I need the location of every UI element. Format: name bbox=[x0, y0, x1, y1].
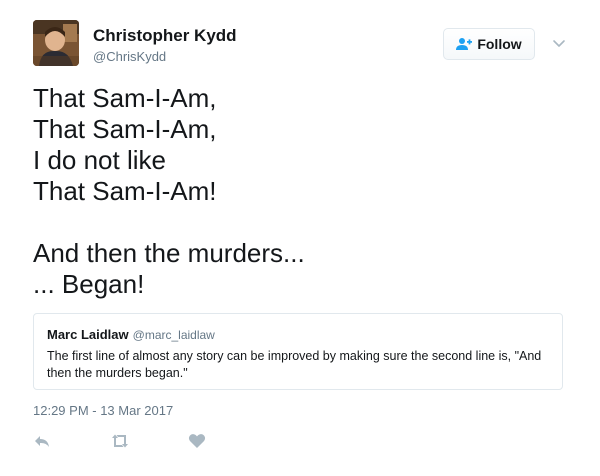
tweet-line: ... Began! bbox=[33, 269, 145, 299]
author-handle[interactable]: @ChrisKydd bbox=[93, 49, 166, 64]
tweet-line: That Sam-I-Am, bbox=[33, 114, 217, 144]
heart-icon bbox=[188, 434, 206, 448]
tweet-line: That Sam-I-Am! bbox=[33, 176, 217, 206]
tweet-line: I do not like bbox=[33, 145, 166, 175]
reply-button[interactable] bbox=[33, 432, 51, 450]
like-button[interactable] bbox=[188, 432, 206, 450]
tweet-line: That Sam-I-Am, bbox=[33, 83, 217, 113]
tweet-timestamp[interactable]: 12:29 PM - 13 Mar 2017 bbox=[33, 403, 173, 418]
tweet-text: That Sam-I-Am, That Sam-I-Am, I do not l… bbox=[33, 83, 573, 300]
quoted-tweet[interactable]: Marc Laidlaw @marc_laidlaw The first line… bbox=[33, 313, 563, 390]
quoted-author-name: Marc Laidlaw bbox=[47, 327, 129, 342]
tweet-line-break bbox=[33, 207, 573, 238]
follow-button[interactable]: Follow bbox=[443, 28, 535, 60]
follow-person-icon bbox=[456, 38, 473, 50]
more-menu-button[interactable] bbox=[551, 36, 567, 52]
tweet-line: And then the murders... bbox=[33, 238, 305, 268]
avatar[interactable] bbox=[33, 20, 79, 66]
reply-icon bbox=[35, 436, 49, 447]
quoted-tweet-text: The first line of almost any story can b… bbox=[47, 349, 542, 380]
quoted-author: Marc Laidlaw @marc_laidlaw bbox=[47, 327, 215, 342]
follow-button-label: Follow bbox=[477, 36, 522, 52]
chevron-down-icon bbox=[553, 40, 565, 47]
retweet-button[interactable] bbox=[110, 432, 130, 450]
retweet-icon bbox=[112, 434, 128, 448]
author-name[interactable]: Christopher Kydd bbox=[93, 26, 237, 46]
tweet-card: Christopher Kydd @ChrisKydd Follow That … bbox=[0, 0, 600, 476]
quoted-author-handle: @marc_laidlaw bbox=[132, 328, 215, 342]
avatar-image bbox=[33, 20, 79, 66]
